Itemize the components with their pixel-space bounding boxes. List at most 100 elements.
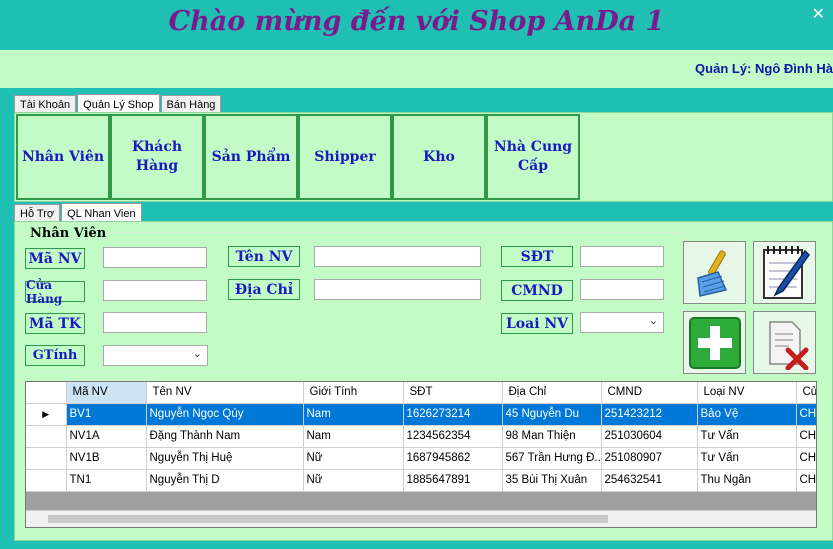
column-header[interactable]: Mã NV — [66, 382, 147, 404]
cell[interactable]: NV1A — [66, 425, 147, 448]
cua-hang-label: Cửa Hàng — [25, 278, 85, 306]
ten-nv-input[interactable] — [314, 246, 481, 267]
cell[interactable]: 1885647891 — [403, 469, 503, 492]
row-header[interactable] — [26, 469, 67, 492]
column-header[interactable]: Loại NV — [697, 382, 797, 404]
cell[interactable]: 567 Trần Hưng Đ... — [502, 447, 602, 470]
cell[interactable]: Tư Vấn — [697, 425, 797, 448]
tab-ban-hang[interactable]: Bán Hàng — [160, 95, 222, 113]
delete-button[interactable] — [753, 311, 816, 374]
table-row[interactable]: NV1A Đặng Thành Nam Nam 1234562354 98 Ma… — [26, 425, 816, 448]
header-bar: Quản Lý: Ngô Đình Hà — [0, 50, 833, 88]
cmnd-label: CMND — [501, 280, 573, 301]
main-tabs: Tài Khoản Quản Lý Shop Bán Hàng — [14, 93, 222, 114]
gtinh-select[interactable]: ⌄ — [103, 345, 208, 366]
cell[interactable]: 254632541 — [601, 469, 698, 492]
cell[interactable]: CH1 — [796, 469, 816, 492]
nav-nhan-vien-button[interactable]: Nhân Viên — [16, 114, 110, 200]
ma-tk-input[interactable] — [103, 312, 207, 333]
chevron-down-icon: ⌄ — [192, 348, 202, 360]
nav-label: Cấp — [517, 158, 548, 174]
grid-header-row: Mã NV Tên NV Giới Tính SĐT Địa Chỉ CMND … — [26, 382, 816, 404]
column-header[interactable]: SĐT — [403, 382, 503, 404]
cell[interactable]: 1687945862 — [403, 447, 503, 470]
cell[interactable]: Nguyễn Thị D — [146, 469, 304, 492]
cell[interactable]: 35 Bùi Thị Xuân — [502, 469, 602, 492]
column-header[interactable]: Địa Chỉ — [502, 382, 602, 404]
cell[interactable]: Nam — [303, 403, 404, 426]
nav-san-pham-button[interactable]: Sản Phẩm — [204, 114, 298, 200]
employee-grid[interactable]: Mã NV Tên NV Giới Tính SĐT Địa Chỉ CMND … — [25, 381, 817, 528]
ma-nv-input[interactable] — [103, 247, 207, 268]
cell[interactable]: 1626273214 — [403, 403, 503, 426]
cell[interactable]: 251030604 — [601, 425, 698, 448]
nav-khach-hang-button[interactable]: Khách Hàng — [110, 114, 204, 200]
nav-nha-cung-cap-button[interactable]: Nhà Cung Cấp — [486, 114, 580, 200]
cell[interactable]: 98 Man Thiện — [502, 425, 602, 448]
nav-label: Nhà Cung — [493, 139, 573, 155]
table-row[interactable]: TN1 Nguyễn Thị D Nữ 1885647891 35 Bùi Th… — [26, 469, 816, 492]
tab-ho-tro[interactable]: Hỗ Trợ — [14, 204, 61, 222]
cell[interactable]: 251080907 — [601, 447, 698, 470]
nav-label: Khách — [131, 139, 183, 155]
cell[interactable]: 1234562354 — [403, 425, 503, 448]
add-button[interactable] — [683, 311, 746, 374]
ten-nv-label: Tên NV — [228, 246, 300, 267]
loai-nv-select[interactable]: ⌄ — [580, 312, 664, 333]
nav-label: Shipper — [314, 148, 376, 165]
cell[interactable]: Nữ — [303, 447, 404, 470]
notepad-pen-icon — [762, 245, 810, 299]
column-header[interactable]: Giới Tính — [303, 382, 404, 404]
cell[interactable]: Bảo Vệ — [697, 403, 797, 426]
ma-tk-label: Mã TK — [25, 313, 85, 334]
loai-nv-label: Loai NV — [501, 313, 573, 334]
scrollbar-thumb[interactable] — [48, 515, 608, 523]
cell[interactable]: Nữ — [303, 469, 404, 492]
column-header[interactable]: CMND — [601, 382, 698, 404]
nav-label: Nhân Viên — [21, 148, 105, 165]
row-marker-icon: ▶ — [26, 403, 67, 426]
sdt-input[interactable] — [580, 246, 664, 267]
dia-chi-input[interactable] — [314, 279, 481, 300]
cell[interactable]: CH1 — [796, 403, 816, 426]
cell[interactable]: Nam — [303, 425, 404, 448]
tab-quan-ly-shop[interactable]: Quản Lý Shop — [77, 94, 160, 114]
cell[interactable]: Nguyễn Thị Huệ — [146, 447, 304, 470]
row-header-corner — [26, 382, 67, 404]
row-header[interactable] — [26, 447, 67, 470]
cua-hang-input[interactable] — [103, 280, 207, 301]
manager-label: Quản Lý: Ngô Đình Hà — [695, 61, 833, 76]
cell[interactable]: CH1 — [796, 425, 816, 448]
window-title: Chào mừng đến với Shop AnDa 1 — [168, 6, 665, 37]
horizontal-scrollbar[interactable] — [26, 510, 816, 527]
cell[interactable]: Đặng Thành Nam — [146, 425, 304, 448]
cmnd-input[interactable] — [580, 279, 664, 300]
table-row[interactable]: ▶ BV1 Nguyễn Ngọc Qúy Nam 1626273214 45 … — [26, 403, 816, 426]
row-header[interactable] — [26, 425, 67, 448]
tab-tai-khoan[interactable]: Tài Khoản — [14, 95, 77, 113]
edit-button[interactable] — [753, 241, 816, 304]
broom-icon — [696, 249, 727, 297]
nav-shipper-button[interactable]: Shipper — [298, 114, 392, 200]
nav-kho-button[interactable]: Kho — [392, 114, 486, 200]
cell[interactable]: 45 Nguyễn Du — [502, 403, 602, 426]
cell[interactable]: TN1 — [66, 469, 147, 492]
cell[interactable]: Thu Ngân — [697, 469, 797, 492]
tab-ql-nhan-vien[interactable]: QL Nhan Vien — [61, 203, 142, 223]
close-icon[interactable]: ✕ — [812, 4, 825, 23]
column-header[interactable]: Cửa — [796, 382, 816, 404]
table-row[interactable]: NV1B Nguyễn Thị Huệ Nữ 1687945862 567 Tr… — [26, 447, 816, 470]
gtinh-label: GTính — [25, 345, 85, 366]
cell[interactable]: Tư Vấn — [697, 447, 797, 470]
cell[interactable]: Nguyễn Ngọc Qúy — [146, 403, 304, 426]
employee-table: Mã NV Tên NV Giới Tính SĐT Địa Chỉ CMND … — [26, 382, 816, 492]
ma-nv-label: Mã NV — [25, 248, 85, 269]
nav-label: Sản Phẩm — [211, 148, 291, 165]
cell[interactable]: 251423212 — [601, 403, 698, 426]
chevron-down-icon: ⌄ — [648, 315, 658, 327]
cell[interactable]: BV1 — [66, 403, 147, 426]
cell[interactable]: NV1B — [66, 447, 147, 470]
clear-button[interactable] — [683, 241, 746, 304]
cell[interactable]: CH1 — [796, 447, 816, 470]
column-header[interactable]: Tên NV — [146, 382, 304, 404]
